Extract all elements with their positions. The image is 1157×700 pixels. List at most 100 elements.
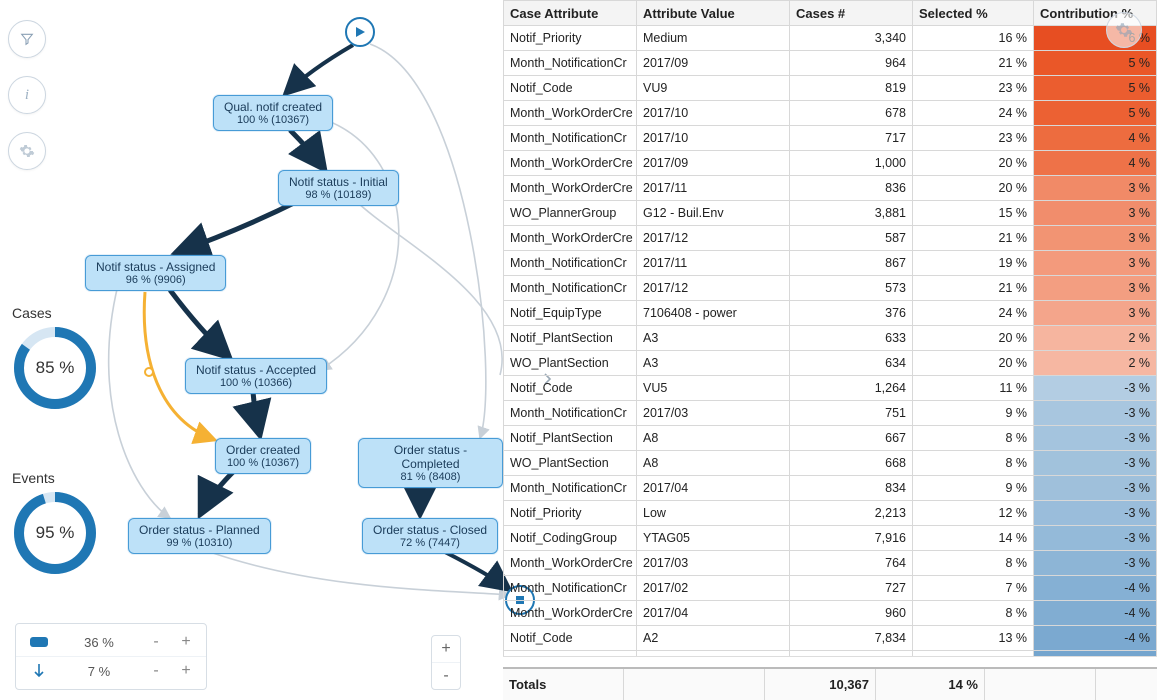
node-sub: 100 % (10367) — [226, 457, 300, 469]
table-row[interactable]: Notif_EquipType7106408 - power37624 %3 % — [504, 301, 1157, 326]
table-row[interactable]: WO_PlannerGroupG12 - Buil.Env3,88115 %3 … — [504, 201, 1157, 226]
table-row[interactable]: WO_PlantSectionA86688 %-3 % — [504, 451, 1157, 476]
cell-attr: Notif_Code — [504, 626, 637, 651]
cases-gauge: Cases 85 % — [10, 305, 120, 413]
col-selected-pct[interactable]: Selected % — [913, 1, 1034, 26]
cell-attr: Month_NotificationCr — [504, 51, 637, 76]
cell-attr: Notif_Priority — [504, 26, 637, 51]
attribute-table[interactable]: Case Attribute Attribute Value Cases # S… — [503, 0, 1157, 657]
cell-value: 2017/12 — [637, 276, 790, 301]
process-node[interactable]: Notif status - Assigned 96 % (9906) — [85, 255, 226, 291]
cell-selected: 9 % — [913, 476, 1034, 501]
table-row[interactable]: Notif_CodeVU51,26411 %-3 % — [504, 376, 1157, 401]
filter-button[interactable] — [8, 20, 46, 58]
cell-value: 2017/10 — [637, 101, 790, 126]
table-row[interactable]: Month_WorkOrderCre2017/037648 %-3 % — [504, 551, 1157, 576]
cell-value: 2017/02 — [637, 576, 790, 601]
cell-attr: Month_WorkOrderCre — [504, 176, 637, 201]
paths-icon — [26, 663, 52, 679]
cell-contribution: 5 % — [1034, 76, 1157, 101]
cell-contribution: -3 % — [1034, 476, 1157, 501]
zoom-out-button[interactable]: - — [432, 662, 460, 689]
table-row[interactable]: Notif_CodeA27,83413 %-4 % — [504, 626, 1157, 651]
cell-attr: WO_PlannerGroup — [504, 201, 637, 226]
table-row[interactable]: Month_NotificationCr2017/0996421 %5 % — [504, 51, 1157, 76]
col-attribute-value[interactable]: Attribute Value — [637, 1, 790, 26]
cell-attr: Month_WorkOrderCre — [504, 101, 637, 126]
table-row[interactable]: Notif_PriorityLow2,21312 %-3 % — [504, 501, 1157, 526]
activities-decrement[interactable]: - — [146, 633, 166, 651]
cell-cases: 867 — [790, 251, 913, 276]
cell-value: 2017/09 — [637, 151, 790, 176]
cell-attr: Notif_CodingGroup — [504, 526, 637, 551]
cell-value: 2017/04 — [637, 476, 790, 501]
info-button[interactable]: i — [8, 76, 46, 114]
table-row[interactable]: Month_NotificationCr2017/027277 %-4 % — [504, 576, 1157, 601]
table-row[interactable]: Notif_PlantSectionA363320 %2 % — [504, 326, 1157, 351]
table-row[interactable]: Month_NotificationCr2017/1257321 %3 % — [504, 276, 1157, 301]
process-node[interactable]: Order status - Planned 99 % (10310) — [128, 518, 271, 554]
process-node[interactable]: Order status - Closed 72 % (7447) — [362, 518, 498, 554]
cell-cases: 819 — [790, 76, 913, 101]
cell-attr: Notif_PlantSection — [504, 426, 637, 451]
cell-cases: 2,213 — [790, 501, 913, 526]
table-row[interactable]: Month_WorkOrderCre2017/049608 %-4 % — [504, 601, 1157, 626]
node-label: Order created — [226, 443, 300, 457]
cell-cases: 834 — [790, 476, 913, 501]
table-row[interactable]: Month_WorkOrderCre2017/091,00020 %4 % — [504, 151, 1157, 176]
activities-increment[interactable]: + — [176, 633, 196, 651]
table-row[interactable]: Notif_CodeVU981923 %5 % — [504, 76, 1157, 101]
cell-contribution: 3 % — [1034, 251, 1157, 276]
cell-cases: 668 — [790, 451, 913, 476]
paths-decrement[interactable]: - — [146, 662, 166, 680]
cell-attr: Notif_Priority — [504, 501, 637, 526]
process-node[interactable]: Notif status - Initial 98 % (10189) — [278, 170, 399, 206]
cell-value: A2 — [637, 626, 790, 651]
cases-gauge-title: Cases — [10, 305, 120, 321]
zoom-in-button[interactable]: + — [432, 636, 460, 662]
process-node[interactable]: Order status - Completed 81 % (8408) — [358, 438, 503, 488]
table-row[interactable]: Month_WorkOrderCre2017/1183620 %3 % — [504, 176, 1157, 201]
paths-increment[interactable]: + — [176, 662, 196, 680]
cell-cases: 678 — [790, 101, 913, 126]
cell-cases: 964 — [790, 51, 913, 76]
cell-contribution: -3 % — [1034, 551, 1157, 576]
cell-value: YTAG05 — [637, 526, 790, 551]
process-node[interactable]: Order created 100 % (10367) — [215, 438, 311, 474]
col-cases[interactable]: Cases # — [790, 1, 913, 26]
settings-button[interactable] — [8, 132, 46, 170]
node-sub: 99 % (10310) — [139, 537, 260, 549]
cell-value: 2017/11 — [637, 251, 790, 276]
node-label: Qual. notif created — [224, 100, 322, 114]
cell-contribution: -3 % — [1034, 451, 1157, 476]
cell-attr: WO_PlantSection — [504, 451, 637, 476]
table-row[interactable]: Month_NotificationCr2017/048349 %-3 % — [504, 476, 1157, 501]
cell-cases: 836 — [790, 176, 913, 201]
table-row[interactable]: WO_PlantSectionA363420 %2 % — [504, 351, 1157, 376]
table-row[interactable]: Notif_PriorityMedium3,34016 %6 % — [504, 26, 1157, 51]
table-row[interactable]: Notif_PlantSectionA86678 %-3 % — [504, 426, 1157, 451]
process-start-node[interactable] — [345, 17, 375, 47]
table-row[interactable]: Month_NotificationCr2017/037519 %-3 % — [504, 401, 1157, 426]
node-sub: 98 % (10189) — [289, 189, 388, 201]
cell-cases: 727 — [790, 576, 913, 601]
cell-contribution: -3 % — [1034, 426, 1157, 451]
cell-value: 2017/09 — [637, 51, 790, 76]
cell-value: 2017/12 — [637, 226, 790, 251]
table-row[interactable]: Notif_CodingGroupYTAG057,91614 %-3 % — [504, 526, 1157, 551]
info-icon: i — [25, 87, 29, 104]
cell-contribution: -3 % — [1034, 376, 1157, 401]
table-settings-button[interactable] — [1106, 12, 1142, 48]
cell-attr: Month_NotificationCr — [504, 126, 637, 151]
table-row[interactable]: Month_NotificationCr2017/1186719 %3 % — [504, 251, 1157, 276]
node-sub: 100 % (10367) — [224, 114, 322, 126]
cell-value: VU9 — [637, 76, 790, 101]
cell-value: 2017/03 — [637, 401, 790, 426]
table-row[interactable]: Month_NotificationCr2017/1071723 %4 % — [504, 126, 1157, 151]
process-node[interactable]: Notif status - Accepted 100 % (10366) — [185, 358, 327, 394]
table-row[interactable]: Month_WorkOrderCre2017/1258721 %3 % — [504, 226, 1157, 251]
cell-selected: 23 % — [913, 126, 1034, 151]
col-case-attribute[interactable]: Case Attribute — [504, 1, 637, 26]
table-row[interactable]: Month_WorkOrderCre2017/1067824 %5 % — [504, 101, 1157, 126]
process-node[interactable]: Qual. notif created 100 % (10367) — [213, 95, 333, 131]
